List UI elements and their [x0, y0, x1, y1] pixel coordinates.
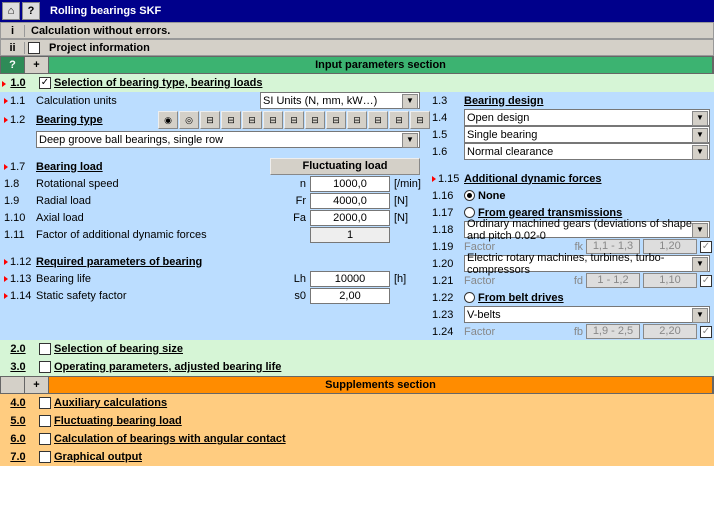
- title-bar: ⌂ ? Rolling bearings SKF: [0, 0, 714, 22]
- section-2: 2.0 Selection of bearing size: [0, 340, 714, 358]
- bearing-life-input[interactable]: 10000: [310, 271, 390, 287]
- bt-icon-11[interactable]: ⊟: [368, 111, 388, 129]
- fd-auto-checkbox[interactable]: [700, 275, 712, 287]
- fluctuating-load-button[interactable]: Fluctuating load: [270, 158, 420, 175]
- calc-units-select[interactable]: SI Units (N, mm, kW…): [260, 92, 420, 109]
- project-info-checkbox[interactable]: [28, 42, 40, 54]
- window-title: Rolling bearings SKF: [50, 5, 161, 17]
- bearing-type-toolbar: ◉ ◎ ⊟ ⊟ ⊟ ⊟ ⊟ ⊟ ⊟ ⊟ ⊟ ⊟ ⊟: [158, 111, 430, 129]
- belt-select[interactable]: V-belts: [464, 306, 710, 323]
- bt-icon-12[interactable]: ⊟: [389, 111, 409, 129]
- bt-icon-1[interactable]: ◉: [158, 111, 178, 129]
- input-section-header: ? + Input parameters section: [0, 56, 714, 74]
- radio-belt[interactable]: [464, 292, 475, 303]
- section-4-checkbox[interactable]: [39, 397, 51, 409]
- section-4: 4.0 Auxiliary calculations: [0, 394, 714, 412]
- section-5: 5.0 Fluctuating bearing load: [0, 412, 714, 430]
- radial-load-input[interactable]: 4000,0: [310, 193, 390, 209]
- section-1: 1.0 Selection of bearing type, bearing l…: [0, 74, 714, 92]
- info-i-label: i: [1, 25, 25, 37]
- section-5-checkbox[interactable]: [39, 415, 51, 427]
- section-3-checkbox[interactable]: [39, 361, 51, 373]
- section-3: 3.0 Operating parameters, adjusted beari…: [0, 358, 714, 376]
- app-icon[interactable]: ⌂: [2, 2, 20, 20]
- radio-none[interactable]: [464, 190, 475, 201]
- clearance-select[interactable]: Normal clearance: [464, 143, 710, 160]
- info-ii-label: ii: [1, 42, 25, 54]
- bt-icon-13[interactable]: ⊟: [410, 111, 430, 129]
- input-body: 1.1 Calculation units SI Units (N, mm, k…: [0, 92, 714, 340]
- bt-icon-6[interactable]: ⊟: [263, 111, 283, 129]
- rot-speed-input[interactable]: 1000,0: [310, 176, 390, 192]
- bearing-type-select[interactable]: Deep groove ball bearings, single row: [36, 131, 420, 148]
- bt-icon-9[interactable]: ⊟: [326, 111, 346, 129]
- bt-icon-5[interactable]: ⊟: [242, 111, 262, 129]
- help-toggle[interactable]: ?: [1, 57, 25, 73]
- section-6-checkbox[interactable]: [39, 433, 51, 445]
- expand-toggle[interactable]: +: [25, 57, 49, 73]
- section-7-checkbox[interactable]: [39, 451, 51, 463]
- geared-select[interactable]: Ordinary machined gears (deviations of s…: [464, 221, 710, 238]
- help-icon[interactable]: ?: [22, 2, 40, 20]
- section-7: 7.0 Graphical output: [0, 448, 714, 466]
- open-design-select[interactable]: Open design: [464, 109, 710, 126]
- fb-auto-checkbox[interactable]: [700, 326, 712, 338]
- input-header-label: Input parameters section: [49, 57, 713, 73]
- bt-icon-7[interactable]: ⊟: [284, 111, 304, 129]
- supp-header-label: Supplements section: [49, 377, 713, 393]
- factor-dyn-input: 1: [310, 227, 390, 243]
- safety-factor-input[interactable]: 2,00: [310, 288, 390, 304]
- bt-icon-8[interactable]: ⊟: [305, 111, 325, 129]
- info-row-i: i Calculation without errors.: [0, 22, 714, 39]
- supplements-header: + Supplements section: [0, 376, 714, 394]
- supp-expand[interactable]: +: [25, 377, 49, 393]
- section-6: 6.0 Calculation of bearings with angular…: [0, 430, 714, 448]
- section-1-checkbox[interactable]: [39, 77, 51, 89]
- bt-icon-3[interactable]: ⊟: [200, 111, 220, 129]
- single-bearing-select[interactable]: Single bearing: [464, 126, 710, 143]
- info-row-ii: ii Project information: [0, 39, 714, 56]
- radio-geared[interactable]: [464, 207, 475, 218]
- rotary-select[interactable]: Electric rotary machines, turbines, turb…: [464, 255, 710, 272]
- info-i-text: Calculation without errors.: [25, 25, 170, 37]
- bt-icon-4[interactable]: ⊟: [221, 111, 241, 129]
- bt-icon-2[interactable]: ◎: [179, 111, 199, 129]
- axial-load-input[interactable]: 2000,0: [310, 210, 390, 226]
- section-2-checkbox[interactable]: [39, 343, 51, 355]
- info-ii-text: Project information: [43, 42, 150, 54]
- section-1-label: Selection of bearing type, bearing loads: [54, 77, 262, 89]
- bt-icon-10[interactable]: ⊟: [347, 111, 367, 129]
